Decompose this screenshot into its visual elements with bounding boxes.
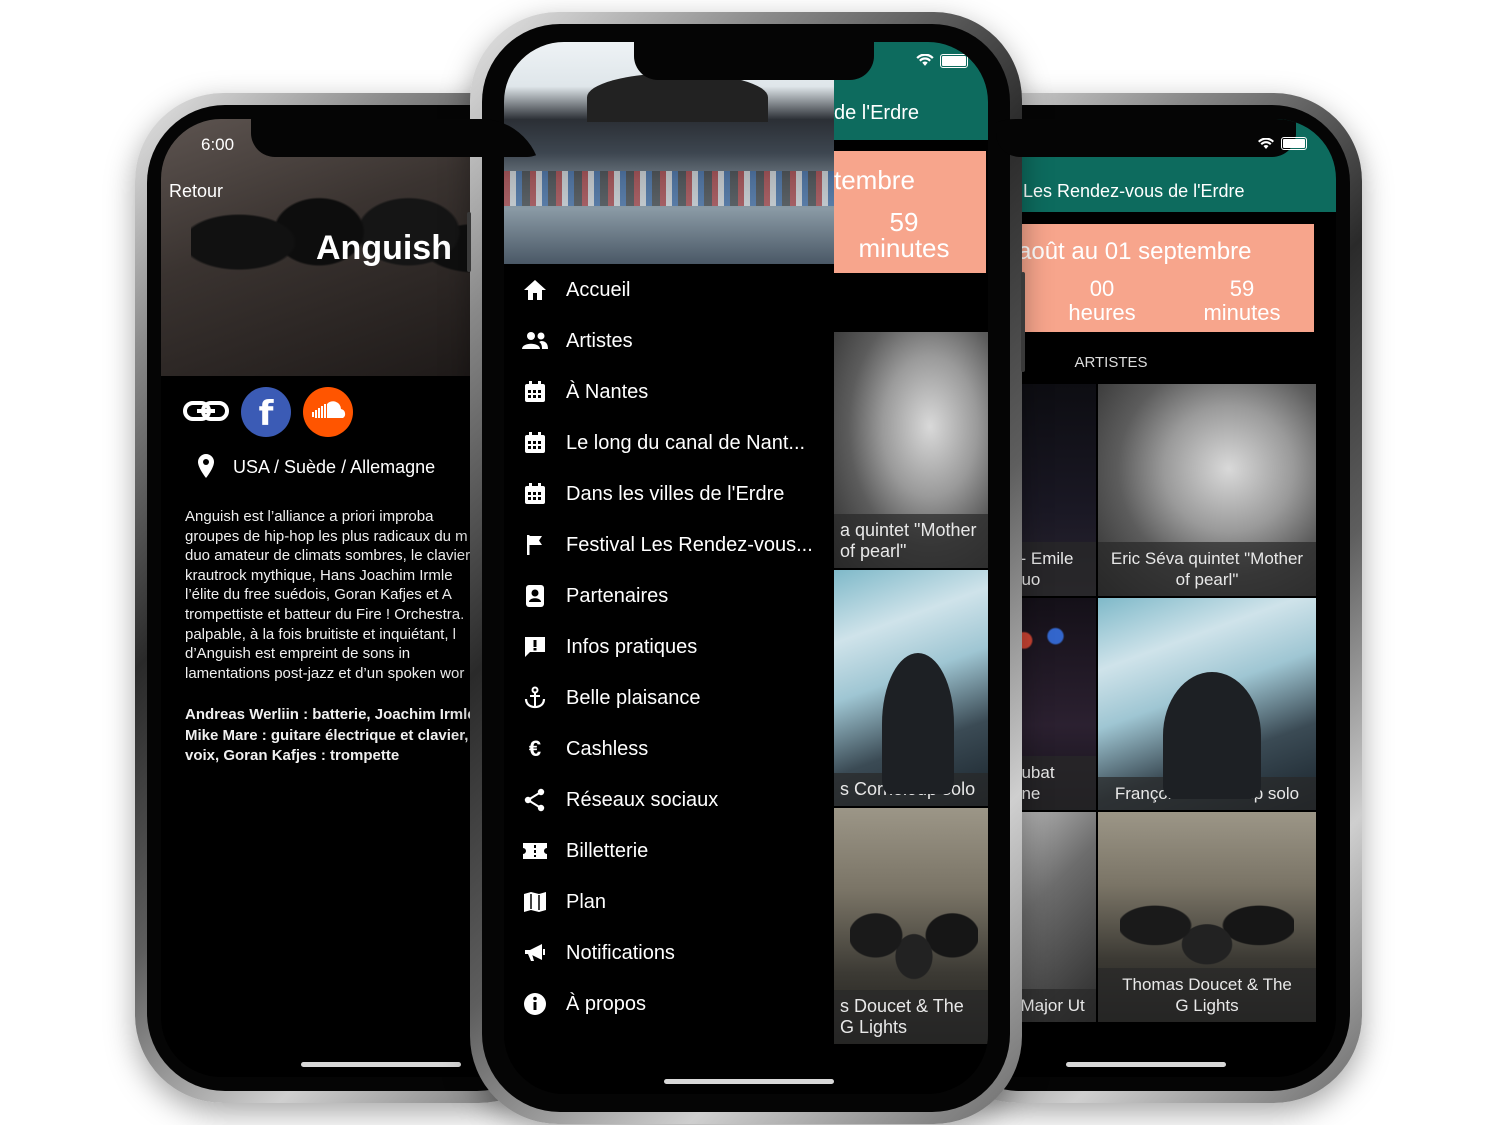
artist-tile[interactable]: s Doucet & The G Lights (834, 808, 988, 1044)
alert-message-icon (518, 634, 552, 660)
phone-middle: de l'Erdre tembre 59 minutes a quintet "… (467, 12, 1025, 1124)
facebook-icon[interactable]: f (241, 387, 291, 437)
back-button[interactable]: Retour (169, 181, 223, 202)
link-icon[interactable] (183, 397, 229, 427)
menu-item-artistes[interactable]: Artistes (504, 319, 834, 363)
menu-item-infos-pratiques[interactable]: Infos pratiques (504, 625, 834, 669)
home-icon (518, 277, 552, 303)
wifi-icon (1258, 137, 1274, 155)
header-title: de l'Erdre (834, 102, 919, 124)
ticket-icon (518, 838, 552, 864)
navigation-drawer: Accueil Artistes À Nantes Le long du can… (504, 42, 834, 1094)
menu-item-reseaux-sociaux[interactable]: Réseaux sociaux (504, 778, 834, 822)
countdown-card: août au 01 septembre 00 heures 59 minute… (1014, 224, 1314, 332)
hours-label: heures (1068, 300, 1136, 325)
minutes-label: minutes (1203, 300, 1281, 325)
location-pin-icon (197, 454, 215, 483)
calendar-icon (518, 430, 552, 456)
status-time: 6:00 (201, 135, 235, 154)
map-icon (518, 889, 552, 915)
artist-caption: Eric Séva quintet "Mother (1110, 549, 1304, 568)
menu-item-villes-erdre[interactable]: Dans les villes de l'Erdre (504, 472, 834, 516)
artist-location: USA / Suède / Allemagne (233, 457, 436, 477)
soundcloud-icon[interactable] (303, 387, 353, 437)
info-icon (518, 991, 552, 1017)
menu-item-partenaires[interactable]: Partenaires (504, 574, 834, 618)
share-icon (518, 787, 552, 813)
menu-item-festival[interactable]: Festival Les Rendez-vous... (504, 523, 834, 567)
artist-tile[interactable]: Eric Séva quintet "Mother of pearl" (1098, 384, 1316, 596)
people-icon (518, 328, 552, 354)
artist-tile[interactable]: François Corneloup solo (1098, 598, 1316, 810)
menu-item-a-propos[interactable]: À propos (504, 982, 834, 1026)
hours-value: 00 (1089, 276, 1115, 301)
megaphone-icon (518, 940, 552, 966)
artist-name: Anguish (316, 229, 452, 267)
contact-book-icon (518, 583, 552, 609)
menu-item-a-nantes[interactable]: À Nantes (504, 370, 834, 414)
artist-caption: Thomas Doucet & The (1122, 975, 1292, 994)
minutes-value: 59 (1229, 276, 1255, 301)
euro-icon: € (528, 736, 542, 761)
artist-tile[interactable]: s Corneloup solo (834, 570, 988, 806)
menu-item-billetterie[interactable]: Billetterie (504, 829, 834, 873)
wifi-icon (916, 53, 934, 72)
calendar-icon (518, 481, 552, 507)
header-title: l Les Rendez-vous de l'Erdre (1014, 181, 1245, 201)
middle-screen: de l'Erdre tembre 59 minutes a quintet "… (504, 42, 988, 1094)
countdown-card: tembre 59 minutes (834, 151, 986, 273)
menu-item-canal[interactable]: Le long du canal de Nant... (504, 421, 834, 465)
battery-icon (1281, 137, 1307, 150)
calendar-icon (518, 379, 552, 405)
flag-icon (518, 532, 552, 558)
menu-item-belle-plaisance[interactable]: Belle plaisance (504, 676, 834, 720)
artist-tile[interactable]: a quintet "Mother of pearl" (834, 332, 988, 568)
menu-item-notifications[interactable]: Notifications (504, 931, 834, 975)
battery-icon (940, 54, 968, 68)
artist-tile[interactable]: Thomas Doucet & The G Lights (1098, 812, 1316, 1022)
section-label-artistes: ARTISTES (1074, 354, 1148, 371)
menu-item-accueil[interactable]: Accueil (504, 268, 834, 312)
countdown-date: août au 01 septembre (1018, 238, 1252, 265)
artist-caption: François Corneloup solo (1114, 784, 1300, 803)
menu-item-plan[interactable]: Plan (504, 880, 834, 924)
menu-item-cashless[interactable]: € Cashless (504, 727, 834, 771)
anchor-icon (518, 685, 552, 711)
